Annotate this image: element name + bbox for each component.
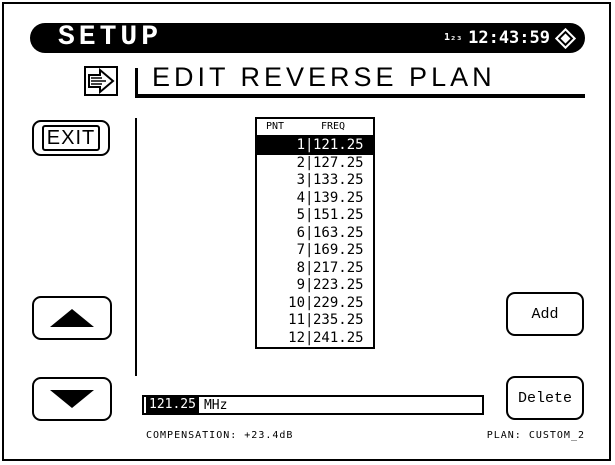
diamond-icon bbox=[554, 27, 577, 49]
point-number: 7 bbox=[296, 242, 305, 258]
pnt-column-header: PNT bbox=[265, 121, 285, 132]
app-title: SETUP bbox=[58, 22, 163, 53]
table-row[interactable]: 3 | 133.25 bbox=[257, 172, 373, 190]
left-panel-divider bbox=[135, 118, 137, 376]
exit-button-label: EXIT bbox=[41, 125, 101, 151]
status-area: 1₂₃ 12:43:59 bbox=[444, 23, 577, 53]
frequency-cell: 229.25 bbox=[313, 294, 364, 311]
clock: 12:43:59 bbox=[468, 28, 550, 48]
scroll-up-button[interactable] bbox=[32, 296, 112, 340]
table-row[interactable]: 10 | 229.25 bbox=[257, 295, 373, 313]
table-header: PNT FREQ bbox=[257, 119, 373, 137]
point-number: 9 bbox=[296, 277, 305, 293]
point-number: 11 bbox=[288, 312, 305, 328]
title-bar: SETUP 1₂₃ 12:43:59 bbox=[30, 22, 585, 53]
table-row[interactable]: 8 | 217.25 bbox=[257, 260, 373, 278]
frequency-table: PNT FREQ 1 | 121.25 2 | 127.25 3 | 133.25 4 | 139.2… bbox=[255, 117, 375, 349]
frequency-cell: 163.25 bbox=[313, 224, 364, 241]
point-number: 12 bbox=[288, 329, 305, 346]
point-number: 1 bbox=[296, 137, 305, 153]
plan-readout: PLAN: CUSTOM_2 bbox=[486, 430, 585, 441]
frequency-cell: 223.25 bbox=[313, 277, 364, 293]
compensation-readout: COMPENSATION: +23.4dB bbox=[146, 430, 294, 441]
up-arrow-icon bbox=[50, 309, 94, 327]
frequency-cell: 169.25 bbox=[313, 242, 364, 258]
down-arrow-icon bbox=[50, 390, 94, 408]
table-row[interactable]: 12 | 241.25 bbox=[257, 330, 373, 348]
point-number: 6 bbox=[296, 224, 305, 241]
table-row[interactable]: 11 | 235.25 bbox=[257, 312, 373, 330]
table-row[interactable]: 1 | 121.25 bbox=[257, 137, 373, 155]
menu-arrow-icon[interactable] bbox=[84, 66, 118, 96]
frequency-entry-field[interactable]: 121.25 MHz bbox=[142, 395, 484, 415]
freq-column-header: FREQ bbox=[320, 121, 346, 132]
point-number: 10 bbox=[288, 294, 305, 311]
frequency-value: 121.25 bbox=[146, 397, 199, 413]
add-button[interactable]: Add bbox=[506, 292, 584, 336]
frequency-cell: 151.25 bbox=[313, 207, 364, 223]
point-number: 8 bbox=[296, 259, 305, 276]
scroll-down-button[interactable] bbox=[32, 377, 112, 421]
mode-indicator: 1₂₃ bbox=[444, 31, 463, 43]
point-number: 3 bbox=[296, 172, 305, 188]
delete-button[interactable]: Delete bbox=[506, 376, 584, 420]
title-underline bbox=[135, 94, 585, 98]
table-row[interactable]: 6 | 163.25 bbox=[257, 225, 373, 243]
frequency-cell: 121.25 bbox=[313, 137, 364, 153]
table-row[interactable]: 4 | 139.25 bbox=[257, 190, 373, 208]
table-row[interactable]: 7 | 169.25 bbox=[257, 242, 373, 260]
page-title: EDIT REVERSE PLAN bbox=[152, 62, 496, 92]
table-body: 1 | 121.25 2 | 127.25 3 | 133.25 4 | 139.25 5 | 151.25… bbox=[257, 137, 373, 347]
table-row[interactable]: 9 | 223.25 bbox=[257, 277, 373, 295]
exit-button[interactable]: EXIT bbox=[32, 120, 110, 156]
point-number: 5 bbox=[296, 207, 305, 223]
frequency-cell: 241.25 bbox=[313, 329, 364, 346]
page-title-area: EDIT REVERSE PLAN bbox=[135, 62, 585, 98]
frequency-cell: 127.25 bbox=[313, 154, 364, 171]
frequency-unit: MHz bbox=[203, 397, 228, 413]
point-number: 2 bbox=[296, 154, 305, 171]
frequency-cell: 139.25 bbox=[313, 189, 364, 206]
frequency-cell: 217.25 bbox=[313, 259, 364, 276]
table-row[interactable]: 5 | 151.25 bbox=[257, 207, 373, 225]
table-row[interactable]: 2 | 127.25 bbox=[257, 155, 373, 173]
frequency-cell: 133.25 bbox=[313, 172, 364, 188]
point-number: 4 bbox=[296, 189, 305, 206]
frequency-cell: 235.25 bbox=[313, 312, 364, 328]
